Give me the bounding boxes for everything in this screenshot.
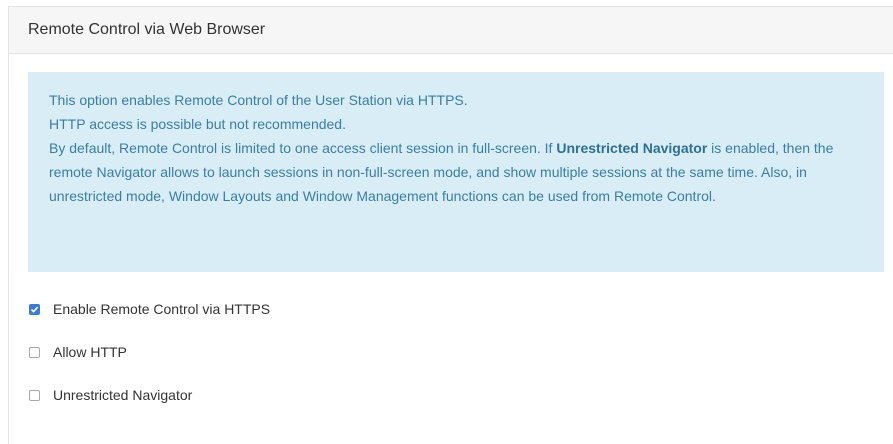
panel-title: Remote Control via Web Browser — [28, 21, 266, 38]
info-box: This option enables Remote Control of th… — [28, 72, 884, 272]
remote-control-panel: Remote Control via Web Browser This opti… — [8, 6, 893, 444]
panel-header: Remote Control via Web Browser — [9, 7, 893, 54]
checkmark-icon — [30, 306, 39, 313]
info-line-https: This option enables Remote Control of th… — [49, 92, 468, 108]
option-label-allow-http: Allow HTTP — [53, 344, 127, 360]
info-line-default: By default, Remote Control is limited to… — [49, 136, 866, 208]
option-enable-remote-control[interactable]: Enable Remote Control via HTTPS — [29, 301, 270, 317]
info-text-bold: Unrestricted Navigator — [556, 140, 708, 156]
option-allow-http[interactable]: Allow HTTP — [29, 344, 127, 360]
option-label-enable-remote-control: Enable Remote Control via HTTPS — [53, 301, 271, 317]
info-text-before: By default, Remote Control is limited to… — [49, 140, 557, 156]
info-line-http: HTTP access is possible but not recommen… — [49, 116, 346, 132]
option-unrestricted-navigator[interactable]: Unrestricted Navigator — [29, 387, 192, 403]
checkbox-enable-remote-control[interactable] — [29, 303, 40, 315]
option-label-unrestricted-navigator: Unrestricted Navigator — [53, 387, 193, 403]
checkbox-unrestricted-navigator[interactable] — [29, 389, 40, 401]
checkbox-allow-http[interactable] — [29, 346, 40, 358]
